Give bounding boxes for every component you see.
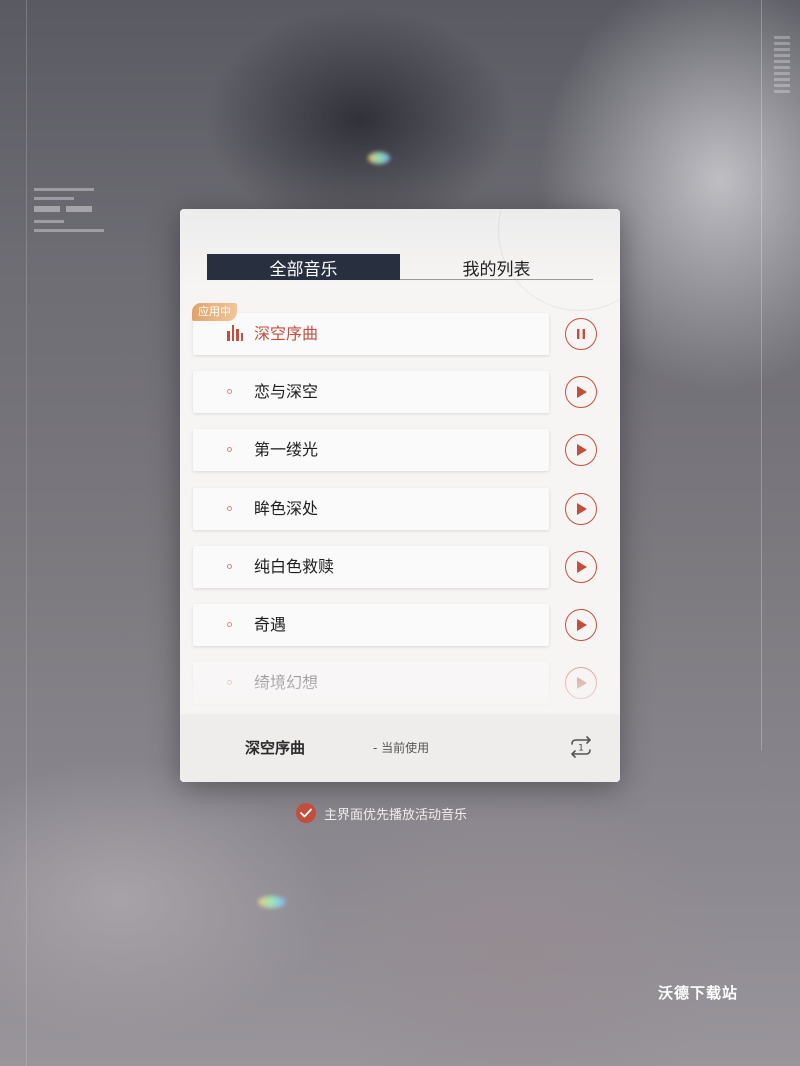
bullet-icon: [227, 680, 232, 686]
song-row: 第一缕光: [193, 429, 608, 472]
song-title: 纯白色救赎: [254, 556, 335, 576]
background-frame-line: [761, 0, 762, 750]
play-button[interactable]: [565, 550, 597, 583]
play-button[interactable]: [565, 608, 597, 641]
song-card[interactable]: 纯白色救赎: [193, 545, 549, 588]
song-title: 奇遇: [254, 614, 287, 634]
in-use-badge: 应用中: [192, 303, 237, 321]
current-song-name: 深空序曲: [245, 739, 306, 757]
tab-all-music[interactable]: 全部音乐: [207, 254, 400, 280]
song-title: 恋与深空: [254, 382, 319, 402]
play-button[interactable]: [565, 667, 597, 700]
song-card[interactable]: 恋与深空: [193, 371, 549, 414]
song-title: 绮境幻想: [254, 673, 319, 693]
background-decoration: [34, 188, 124, 268]
equalizer-icon: [227, 325, 243, 341]
play-icon: [577, 560, 587, 573]
bullet-icon: [227, 447, 232, 453]
song-row: 眸色深处: [193, 487, 608, 530]
pause-button[interactable]: [565, 318, 597, 350]
tab-my-list[interactable]: 我的列表: [400, 254, 593, 280]
light-glint: [368, 152, 390, 164]
play-button[interactable]: [565, 492, 597, 525]
play-icon: [577, 386, 587, 399]
background-frame-line: [26, 0, 27, 1066]
play-icon: [577, 502, 587, 515]
loop-count: 1: [578, 744, 584, 754]
bullet-icon: [227, 563, 232, 569]
checkbox-checked[interactable]: [296, 803, 316, 823]
watermark: 沃德下载站: [658, 984, 739, 1002]
current-status-text: - 当前使用: [373, 741, 430, 755]
prefer-event-music-label: 主界面优先播放活动音乐: [324, 807, 468, 823]
play-icon: [577, 444, 587, 457]
light-glint: [258, 896, 286, 908]
song-row: 纯白色救赎: [193, 545, 608, 588]
song-card[interactable]: 绮境幻想: [193, 662, 549, 705]
song-row: 恋与深空: [193, 371, 608, 414]
song-card[interactable]: 第一缕光: [193, 429, 549, 472]
music-tabs: 全部音乐 我的列表: [207, 254, 593, 280]
song-row: 绮境幻想: [193, 662, 608, 705]
song-title: 第一缕光: [254, 440, 319, 460]
song-list: 深空序曲 恋与深空 第一缕光 眸色深处 纯白色救赎 奇遇 绮境幻想: [193, 313, 608, 720]
song-card[interactable]: 眸色深处: [193, 487, 549, 530]
bullet-icon: [227, 505, 232, 511]
play-icon: [577, 677, 587, 690]
song-title: 深空序曲: [254, 324, 319, 343]
play-button[interactable]: [565, 434, 597, 467]
play-button[interactable]: [565, 376, 597, 409]
bullet-icon: [227, 621, 232, 627]
loop-one-icon[interactable]: 1: [566, 736, 596, 758]
song-card[interactable]: 深空序曲: [193, 313, 549, 355]
prefer-event-music-toggle[interactable]: 主界面优先播放活动音乐: [296, 801, 467, 825]
song-card[interactable]: 奇遇: [193, 603, 549, 646]
song-row: 奇遇: [193, 603, 608, 646]
play-icon: [577, 618, 587, 631]
song-title: 眸色深处: [254, 498, 319, 518]
checkmark-icon: [300, 808, 312, 818]
music-panel: 全部音乐 我的列表 应用中 深空序曲 恋与深空 第一缕光 眸色深处 纯白色救赎 …: [180, 209, 620, 782]
song-row: 深空序曲: [193, 313, 608, 355]
background-decoration: [774, 36, 790, 96]
current-song-bar: 深空序曲 - 当前使用 1: [180, 714, 620, 782]
pause-icon: [577, 329, 585, 339]
bullet-icon: [227, 389, 232, 395]
